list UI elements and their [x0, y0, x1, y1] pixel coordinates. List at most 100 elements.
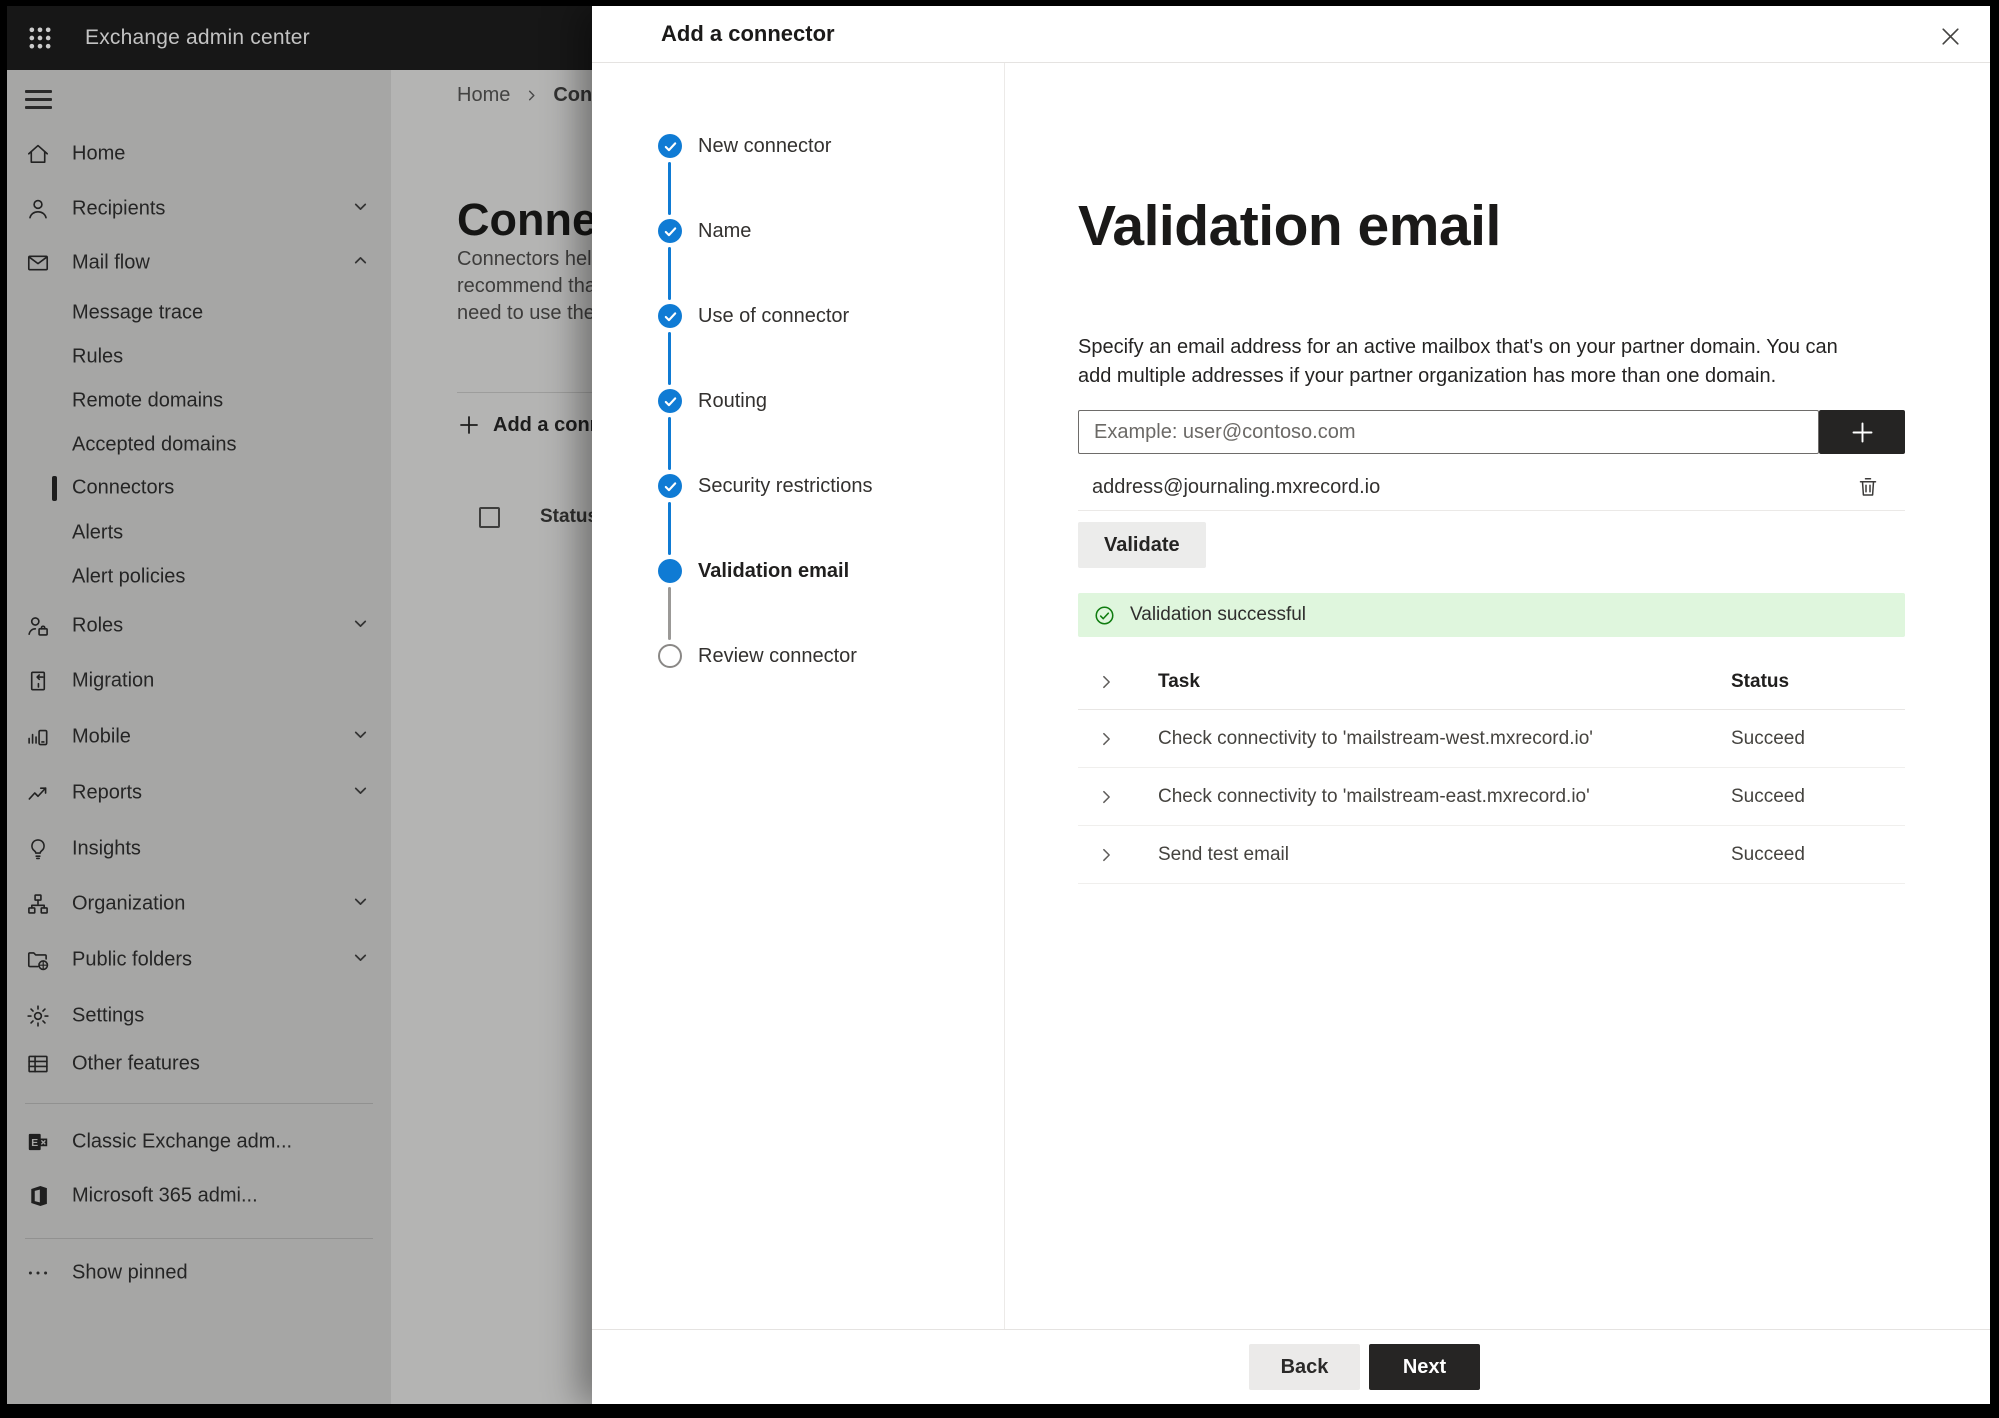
step-circle-review-connector[interactable]: [658, 644, 682, 668]
chevron-right-icon: [529, 90, 535, 101]
back-button[interactable]: Back: [1249, 1344, 1360, 1390]
insights-icon: [25, 836, 51, 862]
step-circle-validation-email[interactable]: [658, 559, 682, 583]
sidebar-item-mobile[interactable]: Mobile: [7, 717, 391, 757]
mail-icon: [25, 250, 51, 276]
table-row: Check connectivity to 'mailstream-west.m…: [1078, 710, 1905, 768]
expand-all-chevron-icon[interactable]: [1098, 673, 1115, 690]
chevron-down-icon: [352, 949, 369, 971]
sidebar-item-label: Connectors: [72, 476, 175, 499]
sidebar-item-label: Microsoft 365 admi...: [72, 1184, 258, 1207]
more-dots-icon: [25, 1260, 51, 1286]
reports-icon: [25, 780, 51, 806]
success-check-icon: [1093, 604, 1116, 627]
status-cell: Succeed: [1731, 727, 1805, 749]
task-cell: Send test email: [1158, 843, 1289, 865]
step-label-security-restrictions: Security restrictions: [698, 475, 873, 497]
sidebar-item-label: Remote domains: [72, 389, 224, 412]
step-circle-routing[interactable]: [658, 389, 682, 413]
email-input[interactable]: [1078, 410, 1819, 454]
sidebar-item-connectors[interactable]: Connectors: [7, 468, 391, 508]
step-label-new-connector: New connector: [698, 135, 832, 157]
sidebar-item-remote-domains[interactable]: Remote domains: [7, 381, 391, 421]
sidebar-item-insights[interactable]: Insights: [7, 829, 391, 869]
sidebar-item-label: Other features: [72, 1052, 200, 1075]
sidebar-item-settings[interactable]: Settings: [7, 996, 391, 1036]
panel-title: Add a connector: [661, 21, 835, 46]
sidebar-item-home[interactable]: Home: [7, 134, 391, 174]
step-circle-name[interactable]: [658, 219, 682, 243]
breadcrumb-home[interactable]: Home: [457, 84, 510, 107]
add-connector-button[interactable]: Add a conn: [457, 408, 602, 442]
trash-icon: [1859, 477, 1877, 496]
sidebar-item-label: Message trace: [72, 301, 204, 324]
hamburger-icon[interactable]: [25, 90, 52, 109]
chevron-down-icon: [352, 615, 369, 637]
sidebar-item-label: Show pinned: [72, 1261, 188, 1284]
sidebar-item-label: Classic Exchange adm...: [72, 1130, 293, 1153]
sidebar-item-alerts[interactable]: Alerts: [7, 513, 391, 553]
sidebar-item-mail-flow[interactable]: Mail flow: [7, 243, 391, 283]
table-row: Send test email Succeed: [1078, 826, 1905, 884]
delete-address-button[interactable]: [1855, 474, 1881, 502]
added-address: address@journaling.mxrecord.io: [1092, 476, 1381, 498]
plus-icon: [460, 416, 478, 434]
sidebar-item-public-folders[interactable]: Public folders: [7, 940, 391, 980]
expand-row-chevron-icon[interactable]: [1098, 730, 1115, 747]
wizard-stepper: New connector Name Use of connector Routing…: [592, 63, 1005, 1329]
panel-header: Add a connector: [592, 6, 1990, 63]
sidebar-item-label: Rules: [72, 345, 124, 368]
sidebar-item-label: Reports: [72, 781, 143, 804]
chevron-up-icon: [352, 252, 369, 274]
validation-results-table: Task Status Check connectivity to 'mailstr…: [1078, 654, 1905, 884]
sidebar-item-accepted-domains[interactable]: Accepted domains: [7, 425, 391, 465]
sidebar-item-show-pinned[interactable]: Show pinned: [7, 1253, 391, 1293]
sidebar-item-microsoft-365-admi[interactable]: Microsoft 365 admi...: [7, 1176, 391, 1216]
app-launcher-icon[interactable]: [25, 23, 55, 53]
sidebar-item-other-features[interactable]: Other features: [7, 1044, 391, 1084]
mobile-icon: [25, 724, 51, 750]
step-label-name: Name: [698, 220, 752, 242]
sidebar-item-roles[interactable]: Roles: [7, 606, 391, 646]
sidebar-item-migration[interactable]: Migration: [7, 661, 391, 701]
sidebar-item-organization[interactable]: Organization: [7, 884, 391, 924]
expand-row-chevron-icon[interactable]: [1098, 846, 1115, 863]
close-button[interactable]: [1932, 18, 1968, 54]
validate-button[interactable]: Validate: [1078, 522, 1206, 568]
step-circle-new-connector[interactable]: [658, 134, 682, 158]
select-all-checkbox[interactable]: [479, 507, 500, 528]
add-address-button[interactable]: [1819, 410, 1905, 454]
app-title: Exchange admin center: [85, 26, 310, 49]
sidebar-item-label: Organization: [72, 892, 186, 915]
step-circle-use-of-connector[interactable]: [658, 304, 682, 328]
status-column-header: Status: [540, 506, 599, 527]
validation-success-banner: Validation successful: [1078, 593, 1905, 637]
step-heading: Validation email: [1078, 194, 1501, 259]
plus-icon: [1852, 422, 1872, 442]
expand-row-chevron-icon[interactable]: [1098, 788, 1115, 805]
step-label-routing: Routing: [698, 390, 767, 412]
sidebar-item-label: Migration: [72, 669, 155, 692]
chevron-down-icon: [352, 893, 369, 915]
person-icon: [25, 196, 51, 222]
home-icon: [25, 141, 51, 167]
sidebar-item-alert-policies[interactable]: Alert policies: [7, 557, 391, 597]
sidebar-item-label: Alerts: [72, 521, 124, 544]
step-circle-security-restrictions[interactable]: [658, 474, 682, 498]
divider: [25, 1238, 373, 1239]
sidebar-item-label: Mail flow: [72, 251, 150, 274]
close-icon: [1941, 27, 1959, 45]
sidebar-item-reports[interactable]: Reports: [7, 773, 391, 813]
sidebar-item-label: Alert policies: [72, 565, 186, 588]
success-message: Validation successful: [1130, 604, 1307, 625]
page-intro: Connectors help recommend that need to u…: [457, 246, 603, 327]
sidebar-item-recipients[interactable]: Recipients: [7, 189, 391, 229]
divider: [25, 1103, 373, 1104]
sidebar-item-classic-exchange-adm[interactable]: E Classic Exchange adm...: [7, 1122, 391, 1162]
intro-line: need to use the: [457, 302, 595, 324]
sidebar-item-rules[interactable]: Rules: [7, 337, 391, 377]
sidebar-item-label: Roles: [72, 614, 124, 637]
sidebar-item-message-trace[interactable]: Message trace: [7, 293, 391, 333]
next-button[interactable]: Next: [1369, 1344, 1480, 1390]
selected-indicator: [52, 476, 57, 501]
